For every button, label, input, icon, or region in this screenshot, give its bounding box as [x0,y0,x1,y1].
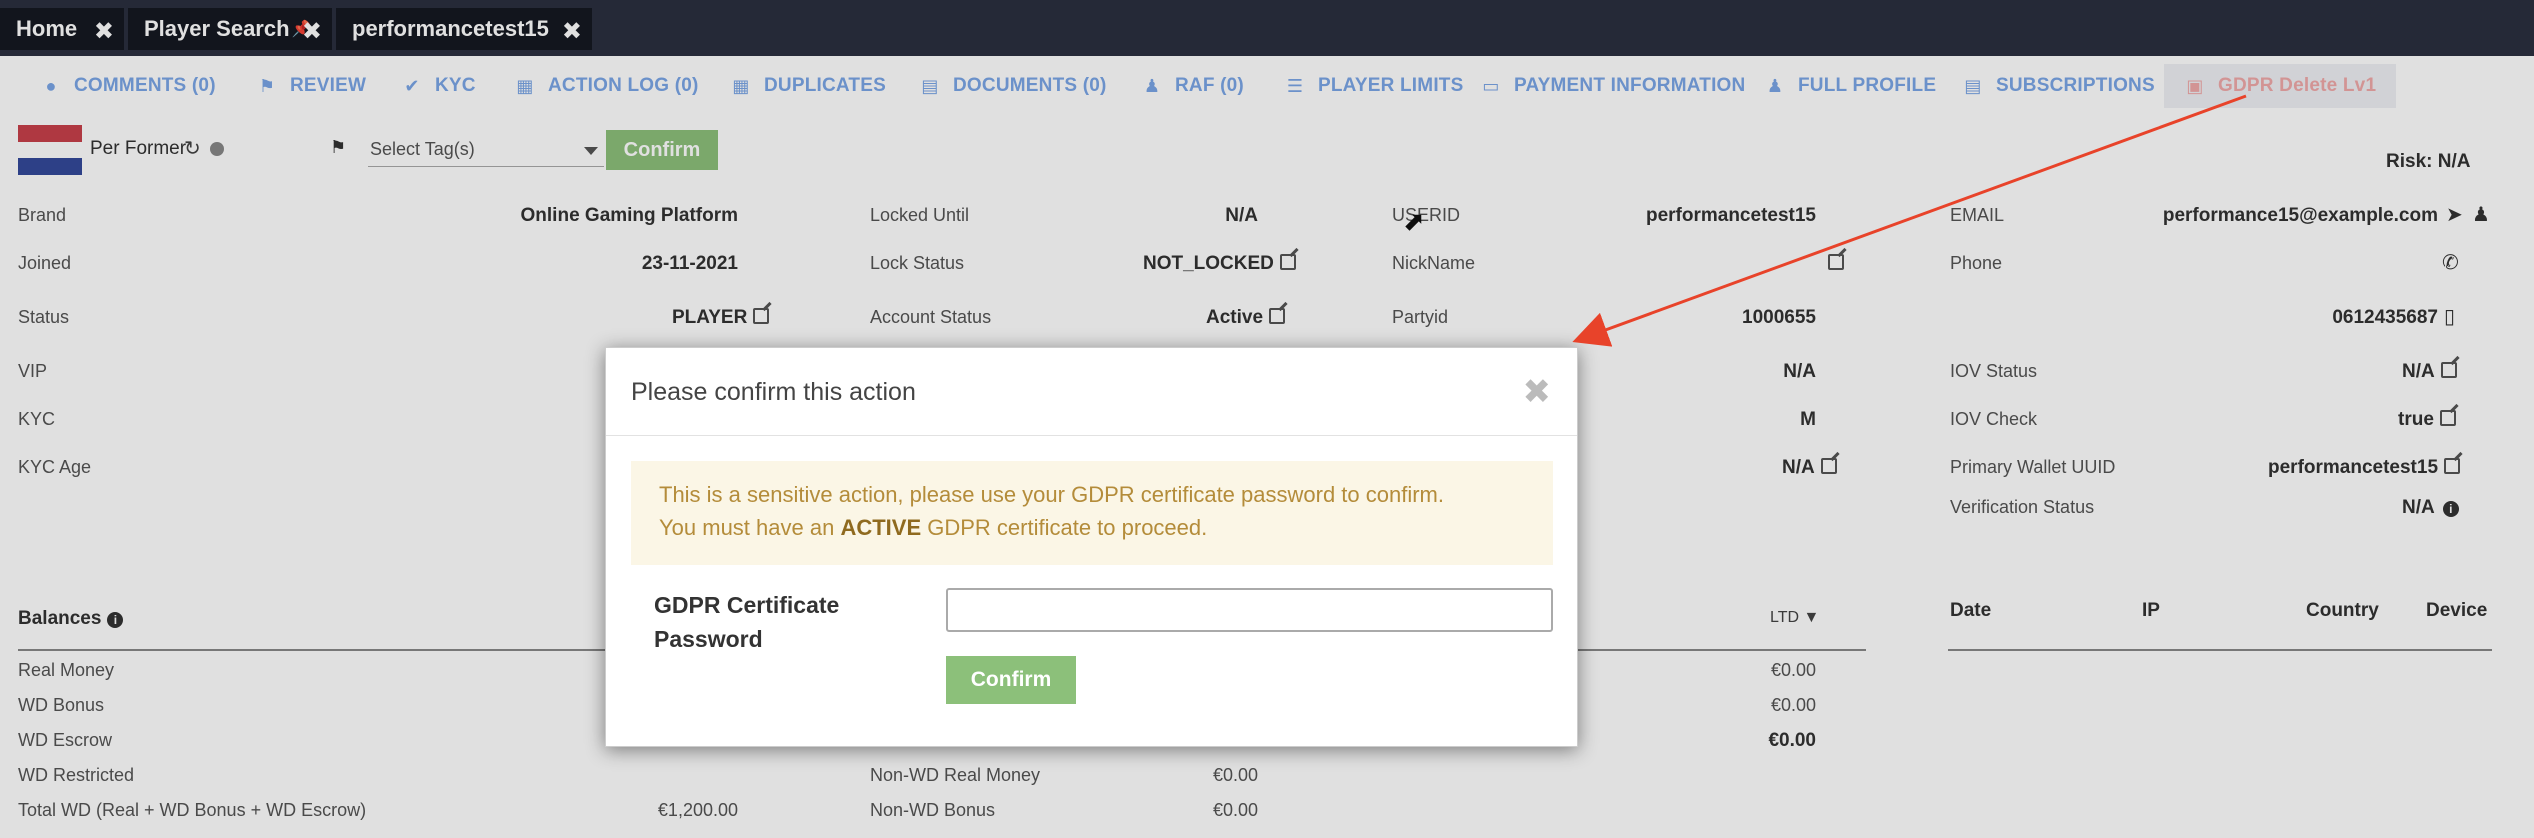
annotation-arrow [1572,94,2247,347]
